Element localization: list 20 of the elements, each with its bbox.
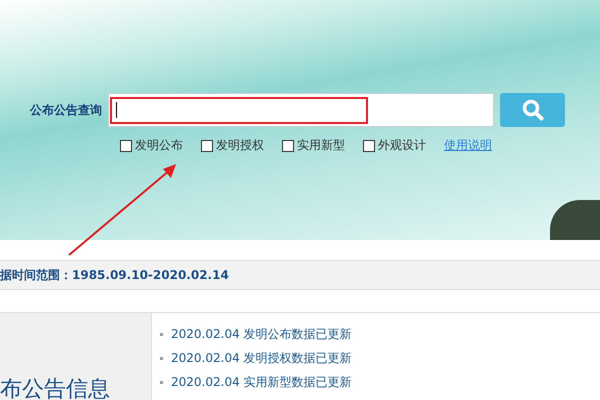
checkbox-label[interactable]: 发明公布 xyxy=(135,137,183,154)
date-range-text: 据时间范围：1985.09.10-2020.02.14 xyxy=(0,266,229,284)
search-field[interactable] xyxy=(108,93,494,127)
news-link[interactable]: 2020.02.04 发明公布数据已更新 xyxy=(171,326,352,342)
checkbox[interactable] xyxy=(120,140,132,152)
search-icon xyxy=(522,99,544,121)
checkbox[interactable] xyxy=(282,140,294,152)
checkbox-label[interactable]: 实用新型 xyxy=(297,137,345,154)
side-title: 布公告信息 xyxy=(0,379,110,400)
text-cursor xyxy=(116,102,117,118)
bullet-icon xyxy=(160,380,163,384)
bullet-icon xyxy=(160,356,163,360)
bullet-icon xyxy=(160,332,163,336)
news-link[interactable]: 2020.02.04 发明授权数据已更新 xyxy=(171,350,352,366)
checkbox[interactable] xyxy=(363,140,375,152)
news-link[interactable]: 2020.02.04 实用新型数据已更新 xyxy=(171,374,352,390)
checkbox[interactable] xyxy=(201,140,213,152)
search-label: 公布公告查询 xyxy=(30,102,103,118)
checkbox-label[interactable]: 外观设计 xyxy=(378,137,426,154)
checkbox-label[interactable]: 发明授权 xyxy=(216,137,264,154)
